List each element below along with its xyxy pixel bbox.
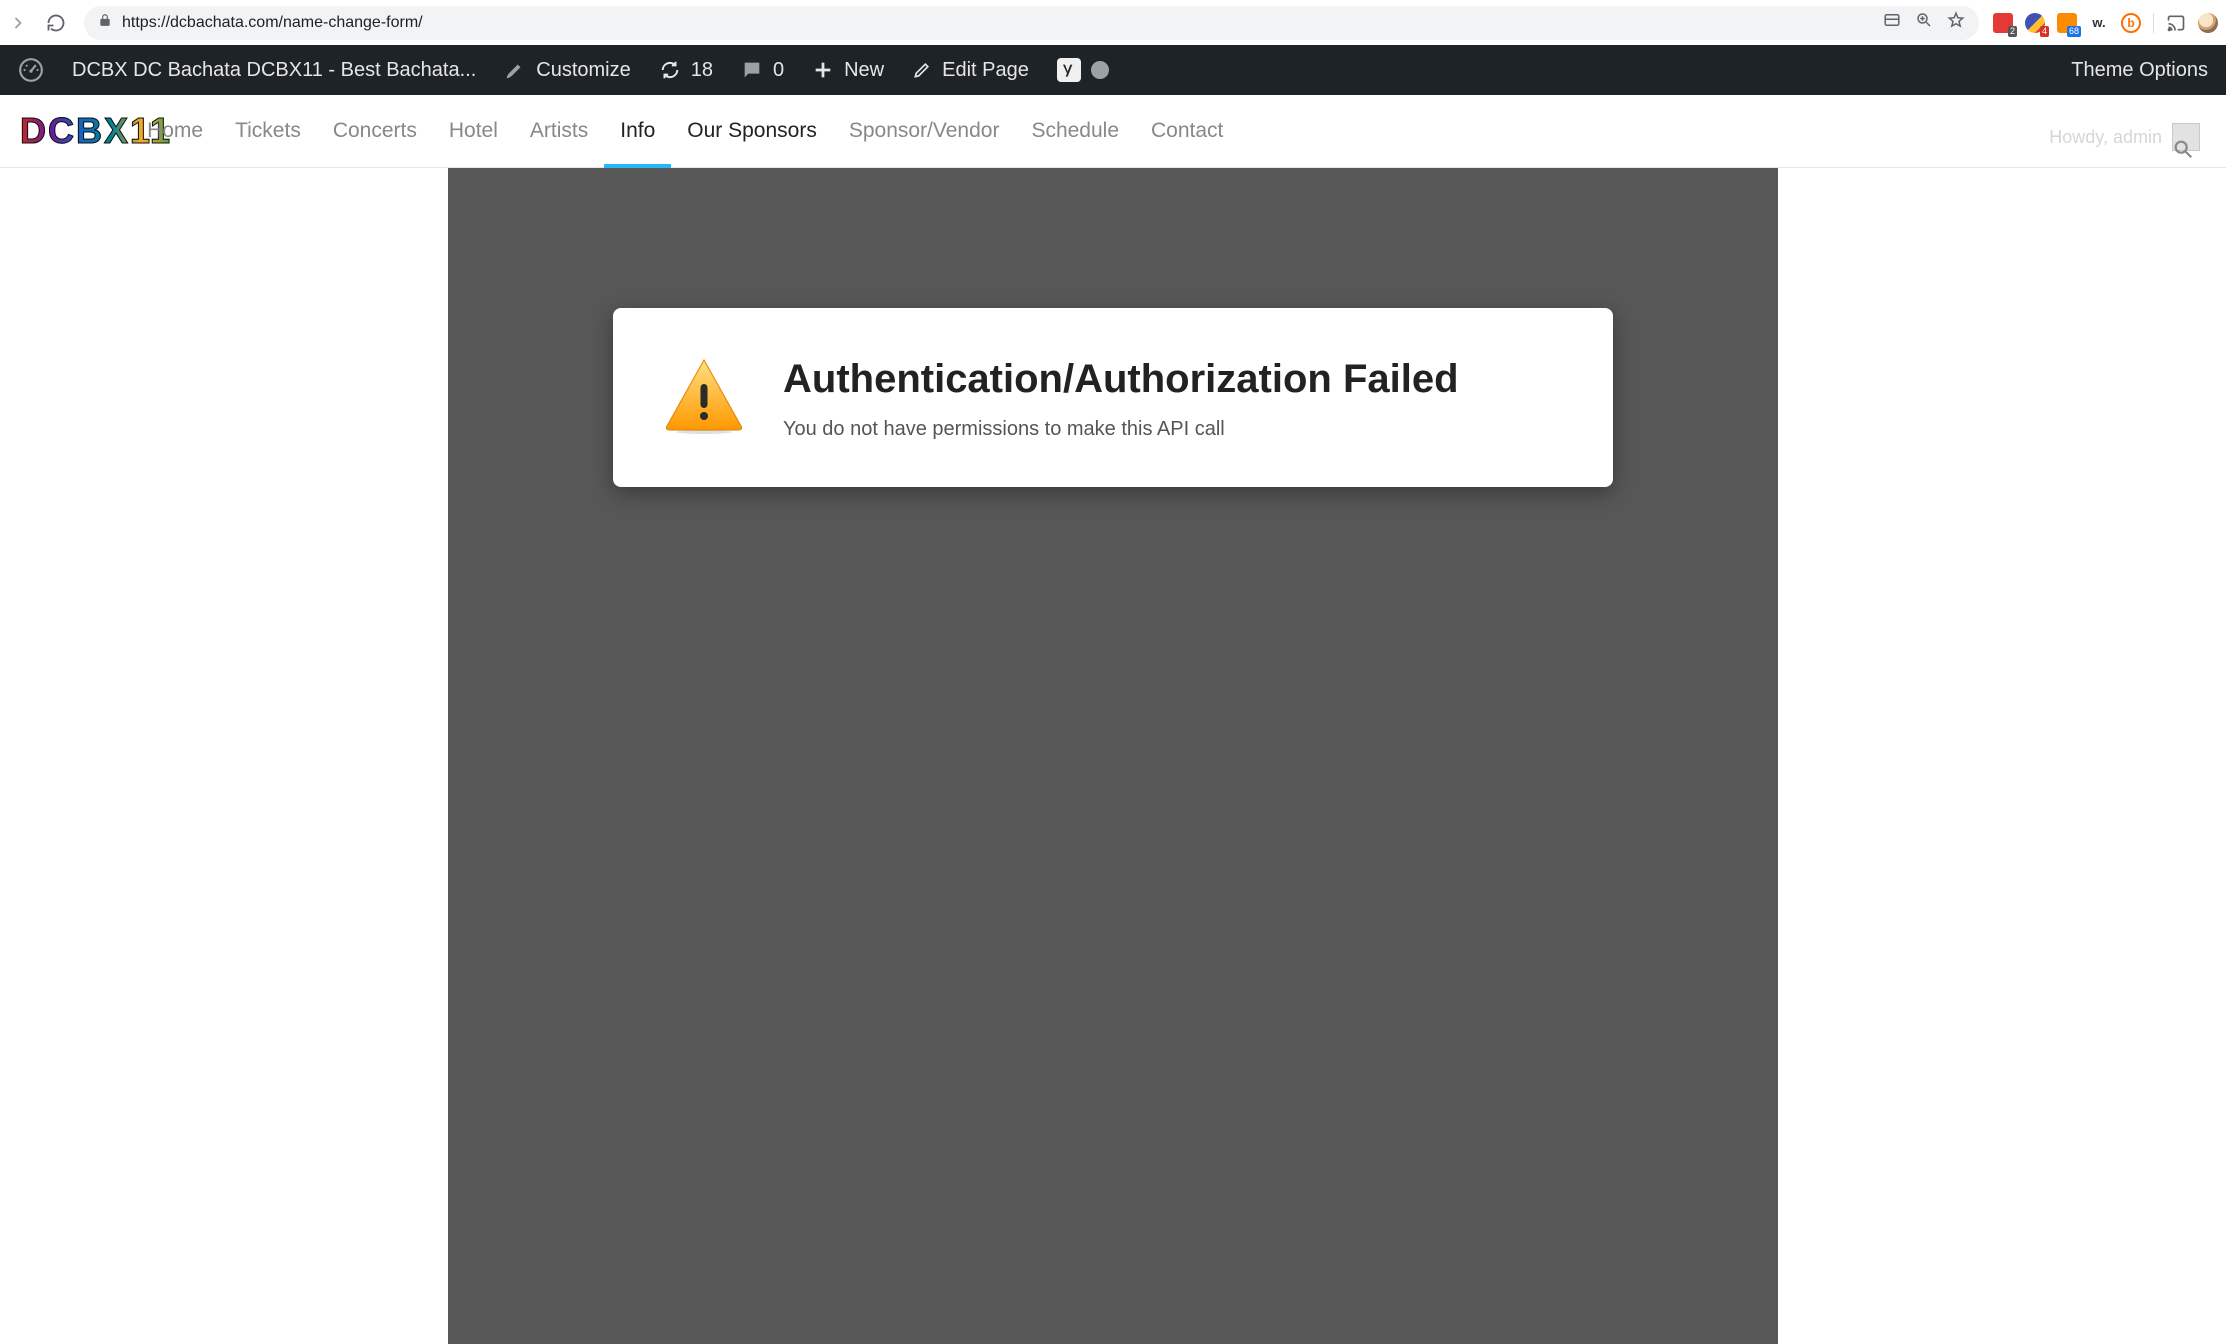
seo-status-indicator-icon bbox=[1091, 61, 1109, 79]
nav-our-sponsors[interactable]: Our Sponsors bbox=[671, 95, 833, 167]
extension-bitly-icon[interactable]: b bbox=[2121, 13, 2141, 33]
zoom-icon[interactable] bbox=[1915, 11, 1933, 34]
lock-icon bbox=[98, 13, 112, 32]
new-content-link[interactable]: New bbox=[812, 59, 884, 82]
comments-link[interactable]: 0 bbox=[741, 59, 784, 82]
nav-info[interactable]: Info bbox=[604, 95, 671, 167]
browser-toolbar: https://dcbachata.com/name-change-form/ … bbox=[0, 0, 2226, 45]
nav-home[interactable]: Home bbox=[131, 95, 219, 167]
bookmark-star-icon[interactable] bbox=[1947, 11, 1965, 34]
nav-tickets[interactable]: Tickets bbox=[219, 95, 317, 167]
page-content: Authentication/Authorization Failed You … bbox=[0, 168, 2226, 1344]
nav-list: Home Tickets Concerts Hotel Artists Info… bbox=[173, 95, 1239, 167]
search-icon[interactable] bbox=[2172, 138, 2194, 165]
dashboard-link[interactable] bbox=[18, 57, 44, 83]
edit-page-link[interactable]: Edit Page bbox=[912, 59, 1029, 82]
nav-sponsor-vendor[interactable]: Sponsor/Vendor bbox=[833, 95, 1016, 167]
profile-avatar-icon[interactable] bbox=[2198, 13, 2218, 33]
customize-link[interactable]: Customize bbox=[504, 59, 630, 82]
extension-moz-icon[interactable]: 68 bbox=[2057, 13, 2077, 33]
reload-button[interactable] bbox=[46, 13, 66, 33]
nav-concerts[interactable]: Concerts bbox=[317, 95, 433, 167]
separator bbox=[2153, 13, 2154, 33]
cast-icon[interactable] bbox=[2166, 13, 2186, 33]
updates-link[interactable]: 18 bbox=[659, 59, 713, 82]
extension-wappalyzer-icon[interactable]: w. bbox=[2089, 13, 2109, 33]
site-navbar: DCBX11 Home Tickets Concerts Hotel Artis… bbox=[0, 95, 2226, 168]
address-bar[interactable]: https://dcbachata.com/name-change-form/ bbox=[84, 6, 1979, 40]
error-title: Authentication/Authorization Failed bbox=[783, 354, 1459, 404]
site-title-link[interactable]: DCBX DC Bachata DCBX11 - Best Bachata... bbox=[72, 59, 476, 82]
nav-schedule[interactable]: Schedule bbox=[1015, 95, 1135, 167]
content-panel: Authentication/Authorization Failed You … bbox=[448, 168, 1778, 1344]
extension-google-apps-icon[interactable]: 4 bbox=[2025, 13, 2045, 33]
nav-contact[interactable]: Contact bbox=[1135, 95, 1239, 167]
yoast-icon bbox=[1057, 58, 1081, 82]
wp-admin-bar: DCBX DC Bachata DCBX11 - Best Bachata...… bbox=[0, 45, 2226, 95]
nav-artists[interactable]: Artists bbox=[514, 95, 604, 167]
error-message: You do not have permissions to make this… bbox=[783, 418, 1459, 441]
extension-icons: 2 4 68 w. b bbox=[1987, 13, 2218, 33]
yoast-seo-link[interactable] bbox=[1057, 58, 1109, 82]
forward-button[interactable] bbox=[8, 13, 28, 33]
warning-triangle-icon bbox=[663, 356, 745, 439]
nav-hotel[interactable]: Hotel bbox=[433, 95, 514, 167]
theme-options-link[interactable]: Theme Options bbox=[2071, 59, 2208, 82]
url-text: https://dcbachata.com/name-change-form/ bbox=[122, 14, 1873, 32]
error-card: Authentication/Authorization Failed You … bbox=[613, 308, 1613, 487]
extension-lastpass-icon[interactable]: 2 bbox=[1993, 13, 2013, 33]
reader-mode-icon[interactable] bbox=[1883, 11, 1901, 34]
